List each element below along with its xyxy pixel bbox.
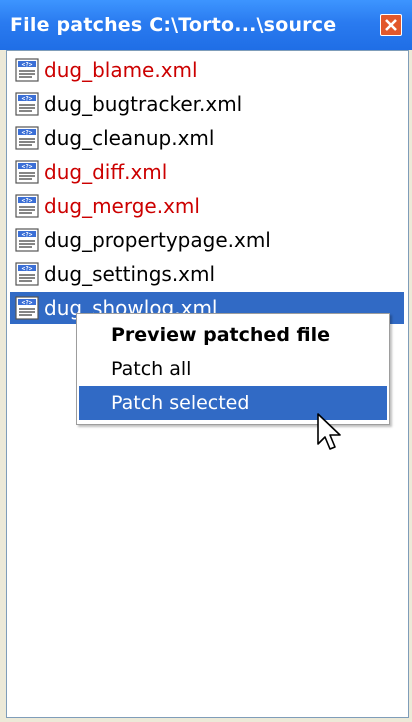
list-item[interactable]: <?> dug_propertypage.xml bbox=[10, 224, 404, 256]
menu-item-label: Preview patched file bbox=[111, 324, 331, 346]
xml-file-icon: <?> bbox=[15, 228, 39, 252]
svg-text:<?>: <?> bbox=[22, 96, 33, 103]
svg-text:<?>: <?> bbox=[22, 62, 33, 69]
xml-file-icon: <?> bbox=[15, 262, 39, 286]
file-name: dug_propertypage.xml bbox=[44, 228, 271, 252]
file-patches-window: File patches C:\Torto...\source <?> dug_b… bbox=[0, 0, 412, 722]
xml-file-icon: <?> bbox=[15, 160, 39, 184]
menu-item-preview-patched-file[interactable]: Preview patched file bbox=[79, 318, 387, 352]
svg-text:<?>: <?> bbox=[22, 232, 33, 239]
arrow-cursor-icon bbox=[317, 413, 341, 450]
list-item[interactable]: <?> dug_settings.xml bbox=[10, 258, 404, 290]
list-item[interactable]: <?> dug_cleanup.xml bbox=[10, 122, 404, 154]
menu-item-label: Patch selected bbox=[111, 392, 250, 414]
svg-text:<?>: <?> bbox=[22, 198, 33, 205]
menu-item-patch-all[interactable]: Patch all bbox=[79, 352, 387, 386]
file-name: dug_blame.xml bbox=[44, 58, 198, 82]
xml-file-icon: <?> bbox=[15, 296, 39, 320]
xml-file-icon: <?> bbox=[15, 92, 39, 116]
list-item[interactable]: <?> dug_merge.xml bbox=[10, 190, 404, 222]
svg-text:<?>: <?> bbox=[22, 300, 33, 307]
close-icon bbox=[385, 19, 397, 31]
list-item[interactable]: <?> dug_bugtracker.xml bbox=[10, 88, 404, 120]
xml-file-icon: <?> bbox=[15, 194, 39, 218]
context-menu: Preview patched file Patch all Patch sel… bbox=[76, 313, 390, 425]
file-name: dug_diff.xml bbox=[44, 160, 168, 184]
file-name: dug_merge.xml bbox=[44, 194, 200, 218]
svg-text:<?>: <?> bbox=[22, 266, 33, 273]
list-item[interactable]: <?> dug_blame.xml bbox=[10, 54, 404, 86]
list-item[interactable]: <?> dug_diff.xml bbox=[10, 156, 404, 188]
file-name: dug_bugtracker.xml bbox=[44, 92, 243, 116]
svg-text:<?>: <?> bbox=[22, 130, 33, 137]
svg-text:<?>: <?> bbox=[22, 164, 33, 171]
window-title: File patches C:\Torto...\source bbox=[10, 14, 337, 36]
xml-file-icon: <?> bbox=[15, 58, 39, 82]
file-name: dug_cleanup.xml bbox=[44, 126, 215, 150]
menu-item-label: Patch all bbox=[111, 358, 192, 380]
xml-file-icon: <?> bbox=[15, 126, 39, 150]
close-button[interactable] bbox=[380, 14, 402, 36]
file-name: dug_settings.xml bbox=[44, 262, 216, 286]
title-bar[interactable]: File patches C:\Torto...\source bbox=[0, 0, 412, 50]
